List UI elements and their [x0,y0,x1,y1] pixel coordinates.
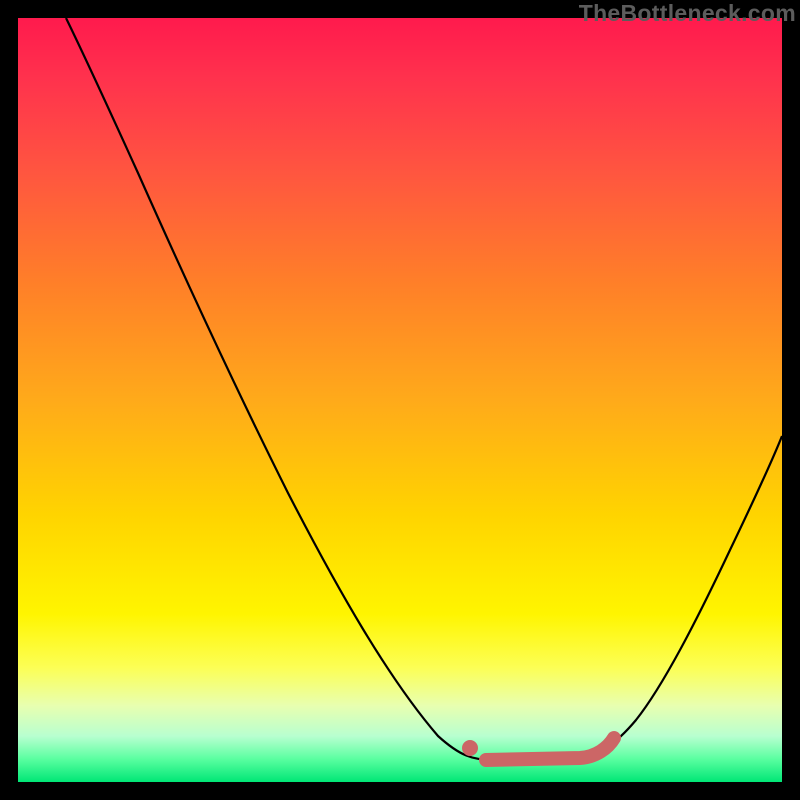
curve-path [66,18,782,760]
bottleneck-curve [18,18,782,782]
optimal-start-dot [462,740,478,756]
optimal-region-marker [486,738,614,760]
watermark-text: TheBottleneck.com [579,0,796,27]
chart-frame [18,18,782,782]
